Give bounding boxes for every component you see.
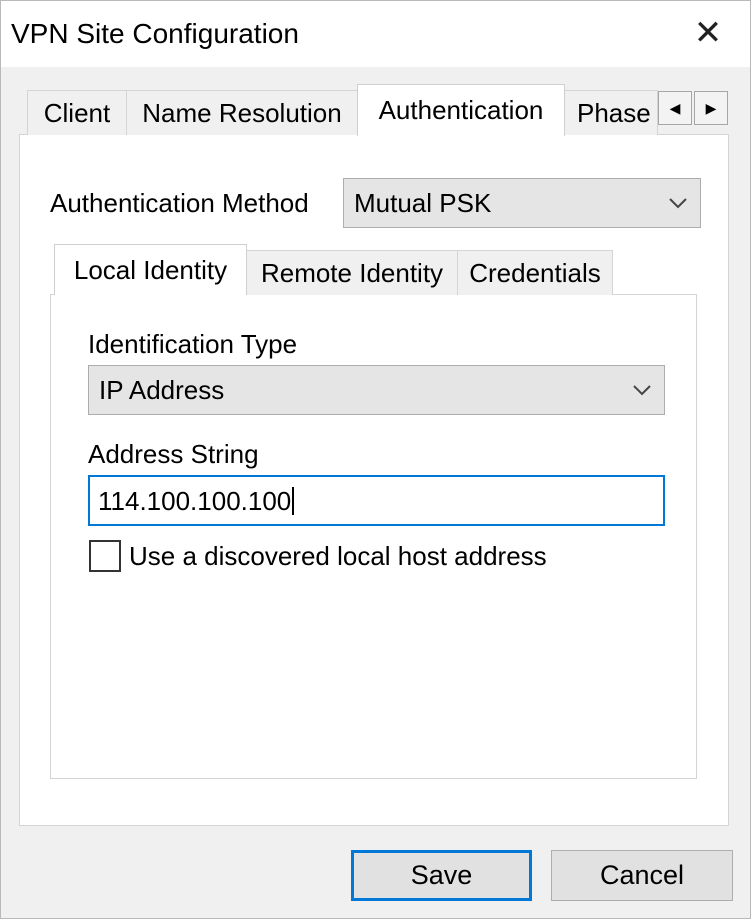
- tab-scroll-right-button[interactable]: ▶: [694, 91, 728, 125]
- tab-credentials[interactable]: Credentials: [457, 250, 613, 295]
- cancel-button-label: Cancel: [599, 860, 685, 890]
- dialog-window: VPN Site Configuration ✕ Client Name Res…: [0, 0, 751, 919]
- tab-label: Name Resolution: [142, 97, 342, 128]
- tab-authentication[interactable]: Authentication: [357, 84, 565, 136]
- discovered-address-checkbox[interactable]: [89, 540, 121, 572]
- close-icon: ✕: [693, 14, 723, 52]
- authentication-method-select[interactable]: Mutual PSK: [343, 178, 701, 228]
- tab-label: Remote Identity: [260, 257, 444, 288]
- identification-type-select[interactable]: IP Address: [88, 365, 665, 415]
- tab-remote-identity[interactable]: Remote Identity: [246, 250, 458, 295]
- address-string-label: Address String: [88, 439, 259, 469]
- arrow-left-icon: ◀: [669, 99, 681, 116]
- tab-local-identity[interactable]: Local Identity: [54, 244, 247, 295]
- authentication-method-value: Mutual PSK: [354, 188, 492, 218]
- tab-label: Client: [43, 97, 111, 128]
- address-string-value: 114.100.100.100: [98, 486, 292, 516]
- tab-label: Phase: [577, 97, 651, 128]
- tab-client[interactable]: Client: [27, 90, 127, 135]
- tab-phase[interactable]: Phase: [564, 90, 658, 135]
- identification-type-label: Identification Type: [88, 329, 298, 359]
- authentication-method-label: Authentication Method: [50, 188, 309, 218]
- chevron-down-icon: [669, 198, 687, 209]
- tab-label: Credentials: [469, 257, 601, 288]
- discovered-address-label[interactable]: Use a discovered local host address: [129, 541, 547, 572]
- tab-label: Authentication: [378, 95, 544, 125]
- tab-scroll-left-button[interactable]: ◀: [658, 91, 692, 125]
- tab-label: Local Identity: [73, 254, 228, 285]
- window-title: VPN Site Configuration: [11, 18, 299, 49]
- save-button-label: Save: [410, 860, 473, 890]
- text-caret: [292, 487, 295, 515]
- cancel-button[interactable]: Cancel: [551, 850, 733, 901]
- arrow-right-icon: ▶: [705, 99, 717, 116]
- close-button[interactable]: ✕: [684, 11, 732, 55]
- chevron-down-icon: [633, 385, 651, 396]
- identification-type-value: IP Address: [99, 375, 225, 405]
- save-button[interactable]: Save: [351, 850, 532, 901]
- title-bar: VPN Site Configuration ✕: [1, 1, 750, 67]
- tab-name-resolution[interactable]: Name Resolution: [126, 90, 358, 135]
- address-string-input[interactable]: 114.100.100.100: [88, 475, 665, 526]
